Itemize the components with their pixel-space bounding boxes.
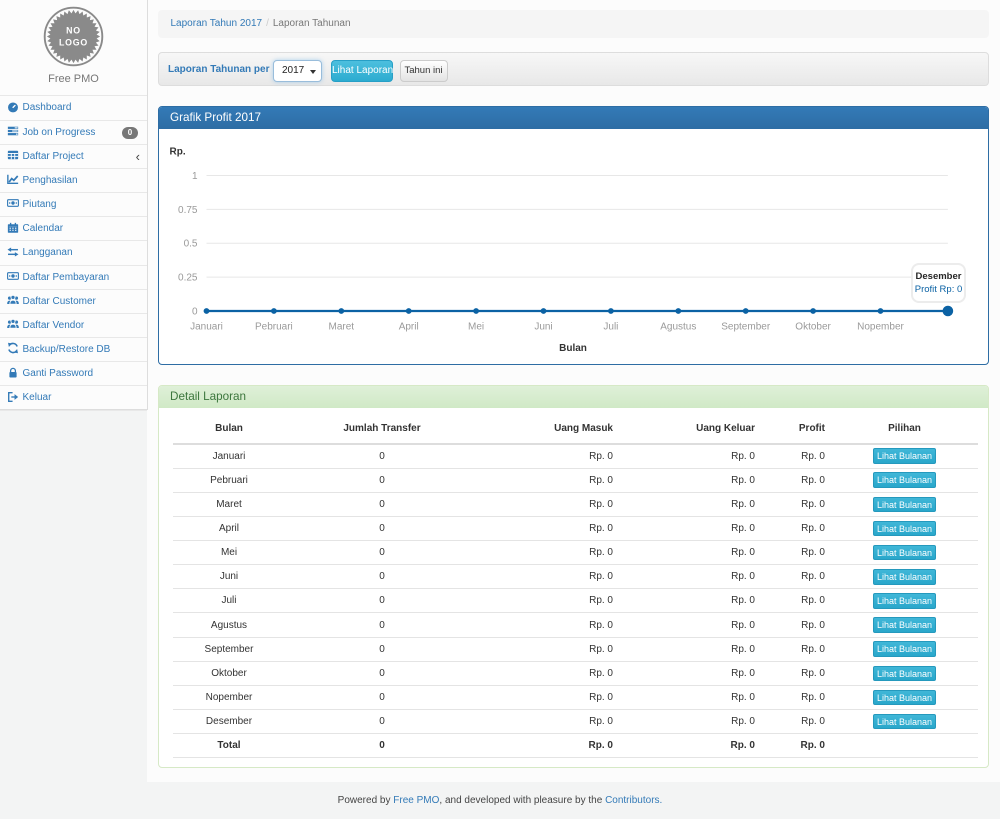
svg-text:0: 0	[192, 307, 198, 318]
svg-text:September: September	[721, 322, 771, 333]
svg-text:Juni: Juni	[534, 322, 552, 333]
svg-text:0.75: 0.75	[178, 205, 198, 216]
svg-text:Juli: Juli	[603, 322, 618, 333]
svg-text:Maret: Maret	[329, 322, 355, 333]
svg-text:Nopember: Nopember	[857, 322, 904, 333]
svg-text:1: 1	[192, 171, 198, 182]
svg-text:LOGO: LOGO	[59, 38, 88, 48]
svg-text:0.5: 0.5	[184, 239, 198, 250]
svg-text:Rp.: Rp.	[170, 147, 186, 158]
svg-text:Bulan: Bulan	[559, 343, 587, 354]
svg-text:Januari: Januari	[190, 322, 223, 333]
svg-text:NO: NO	[66, 26, 81, 36]
svg-text:Pebruari: Pebruari	[255, 322, 293, 333]
svg-text:April: April	[399, 322, 419, 333]
svg-text:Mei: Mei	[468, 322, 484, 333]
svg-text:Oktober: Oktober	[795, 322, 831, 333]
svg-text:0.25: 0.25	[178, 273, 198, 284]
svg-text:Agustus: Agustus	[660, 322, 696, 333]
